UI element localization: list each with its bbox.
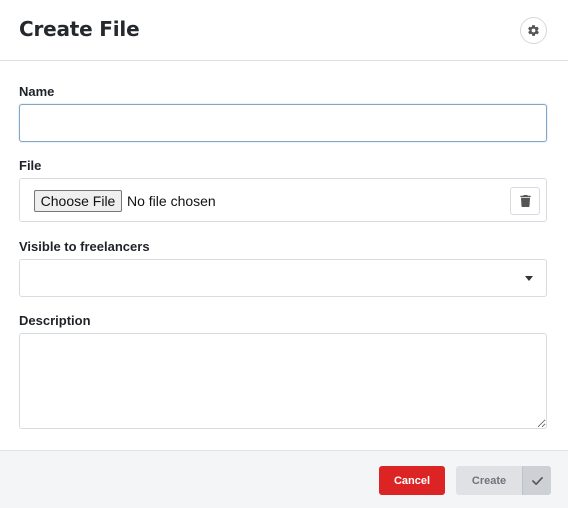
description-label: Description — [19, 313, 91, 328]
modal-header: Create File — [0, 0, 568, 61]
file-status-text: No file chosen — [127, 193, 216, 209]
gear-icon — [528, 25, 539, 36]
file-upload-field: Choose File No file chosen — [19, 178, 547, 222]
cancel-button[interactable]: Cancel — [379, 466, 445, 495]
trash-icon — [519, 195, 531, 207]
modal-footer: Cancel Create — [0, 450, 568, 508]
remove-file-button[interactable] — [510, 187, 540, 215]
name-input[interactable] — [19, 104, 547, 142]
choose-file-button[interactable]: Choose File — [34, 190, 122, 212]
create-button-group: Create — [456, 466, 551, 495]
visible-label: Visible to freelancers — [19, 239, 150, 254]
name-label: Name — [19, 84, 55, 99]
description-textarea[interactable] — [19, 333, 547, 429]
page-title: Create File — [19, 17, 140, 41]
caret-down-icon — [525, 276, 533, 281]
create-button[interactable]: Create — [456, 466, 522, 495]
settings-button[interactable] — [520, 17, 547, 44]
check-icon — [531, 476, 543, 485]
file-label: File — [19, 158, 42, 173]
visible-to-freelancers-select[interactable] — [19, 259, 547, 297]
confirm-button[interactable] — [522, 466, 551, 495]
